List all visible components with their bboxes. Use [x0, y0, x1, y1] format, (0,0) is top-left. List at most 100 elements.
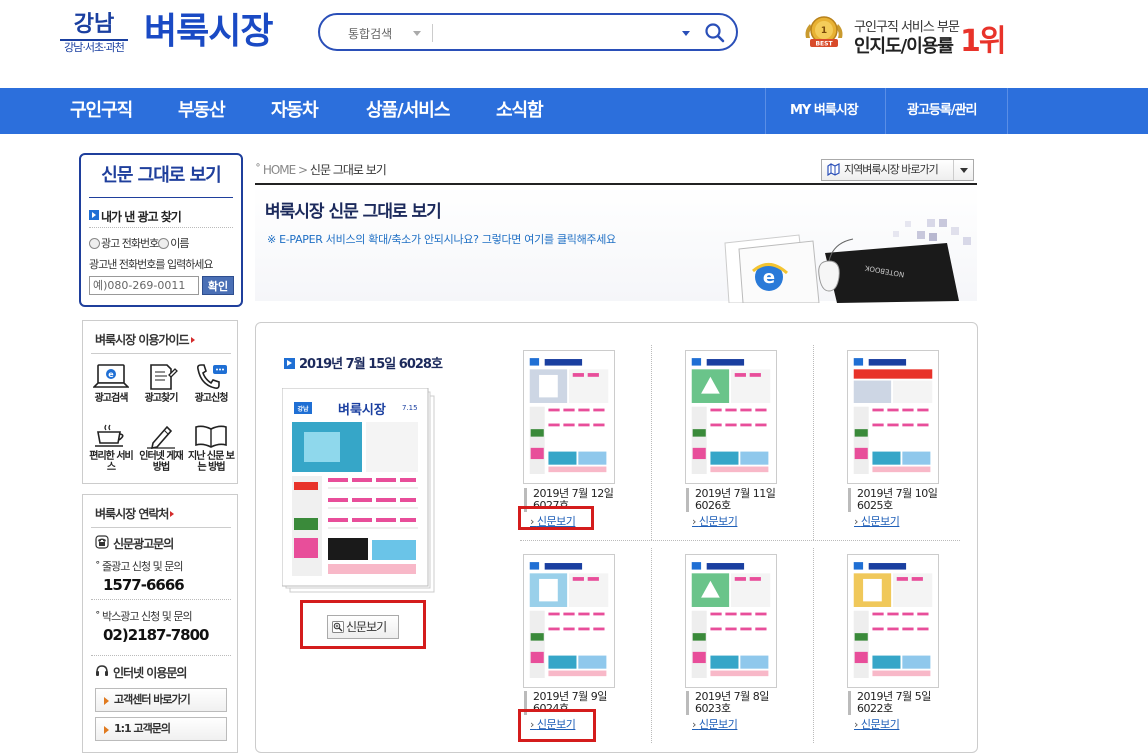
- guide-title[interactable]: 벼룩시장 이용가이드: [95, 331, 195, 348]
- region-shortcut-label: 지역벼룩시장 바로가기: [844, 163, 939, 176]
- svg-text:e: e: [108, 370, 114, 379]
- divider: [91, 655, 231, 656]
- divider: [91, 599, 231, 600]
- guide-item-label: 인터넷 게재방법: [139, 451, 183, 473]
- guide-item-internet-post[interactable]: 인터넷 게재방법: [138, 423, 184, 475]
- coffee-cup-icon: [95, 424, 124, 447]
- search-suggest-dropdown-icon[interactable]: [682, 31, 690, 36]
- divider: [89, 227, 233, 228]
- document-pen-icon: [150, 364, 178, 390]
- highlight-box: [518, 506, 594, 530]
- issue-view-link[interactable]: 신문보기: [854, 716, 900, 732]
- newspaper-thumbnail[interactable]: [523, 350, 615, 484]
- category-dropdown-icon[interactable]: [413, 31, 421, 36]
- guide-item-ad-search[interactable]: e 광고검색: [88, 363, 134, 415]
- nav-item-cars[interactable]: 자동차: [271, 88, 319, 134]
- featured-view-button[interactable]: 신문보기: [327, 615, 399, 639]
- contact-title[interactable]: 벼룩시장 연락처: [95, 505, 175, 522]
- phone-hint: 광고낸 전화번호를 입력하세요: [89, 258, 214, 271]
- radio-phone-label: 광고 전화번호: [101, 237, 159, 250]
- box-ad-label: ˚ 박스광고 신청 및 문의: [95, 610, 193, 623]
- region-logo-title: 강남: [73, 12, 115, 37]
- main-nav: 구인구직 부동산 자동차 상품/서비스 소식함 MY 벼룩시장 광고등록/관리: [0, 88, 1148, 134]
- guide-item-label: 광고신청: [194, 393, 229, 404]
- arrow-bullet-icon: [89, 210, 99, 220]
- map-icon: [827, 163, 840, 176]
- divider: [89, 197, 233, 198]
- featured-issue-title: 2019년 7월 15일 6028호: [284, 353, 443, 372]
- phone-input[interactable]: 예)080-269-0011: [89, 276, 199, 295]
- featured-newspaper-cover[interactable]: 강남 벼룩시장 7.15: [282, 388, 436, 594]
- issue-view-link[interactable]: 신문보기: [692, 513, 738, 529]
- issue-caption: 2019년 7월 10일 6025호: [848, 488, 940, 512]
- masthead-region: 강남: [297, 405, 309, 413]
- phone-icon: [197, 364, 227, 389]
- zoom-in-icon: [332, 621, 344, 633]
- region-logo[interactable]: 강남 강남·서초·과천: [60, 12, 128, 56]
- best-medal-icon: 1 BEST: [805, 16, 843, 48]
- divider: [651, 345, 652, 540]
- nav-item-ad-register[interactable]: 광고등록/관리: [907, 88, 978, 134]
- panel-title: 신문 그대로 보기: [101, 165, 221, 186]
- issue-caption: 2019년 7월 11일 6026호: [686, 488, 778, 512]
- guide-item-ad-apply[interactable]: 광고신청: [188, 363, 234, 415]
- nav-item-news[interactable]: 소식함: [496, 88, 544, 134]
- svg-text:1: 1: [821, 26, 827, 36]
- breadcrumb-home[interactable]: HOME: [263, 163, 296, 177]
- search-icon[interactable]: [704, 22, 726, 44]
- issue-view-link[interactable]: 신문보기: [854, 513, 900, 529]
- nav-item-products-services[interactable]: 상품/서비스: [366, 88, 450, 134]
- nav-item-real-estate[interactable]: 부동산: [178, 88, 226, 134]
- newspaper-thumbnail[interactable]: [847, 350, 939, 484]
- user-guide-panel: 벼룩시장 이용가이드 e 광고검색 광고찾기 광고신청 편리한 서비스 인터넷 …: [82, 320, 238, 484]
- nav-divider: [885, 88, 886, 134]
- search-input[interactable]: [438, 21, 678, 45]
- search-category-select[interactable]: 통합검색: [348, 25, 392, 42]
- highlight-box: [518, 709, 596, 742]
- newspaper-thumbnail[interactable]: [685, 350, 777, 484]
- hero-banner: 벼룩시장 신문 그대로 보기 ※ E-PAPER 서비스의 확대/축소가 안되시…: [255, 183, 977, 303]
- radio-name[interactable]: [158, 238, 170, 249]
- divider: [813, 345, 814, 540]
- newspaper-thumbnail[interactable]: [685, 554, 777, 688]
- guide-item-service[interactable]: 편리한 서비스: [88, 423, 134, 475]
- guide-item-past-papers[interactable]: 지난 신문 보는 방법: [188, 423, 235, 475]
- epaper-help-link[interactable]: ※ E-PAPER 서비스의 확대/축소가 안되시나요? 그렇다면 여기를 클릭…: [267, 231, 616, 247]
- newspaper-inquiry-title: 신문광고문의: [113, 537, 174, 551]
- medal-text: BEST: [815, 41, 833, 48]
- divider: [813, 548, 814, 743]
- issue-caption: 2019년 7월 5일 6022호: [848, 691, 940, 715]
- region-shortcut-select[interactable]: 지역벼룩시장 바로가기: [821, 159, 974, 181]
- box-ad-phone: 02)2187-7800: [103, 626, 209, 644]
- radio-name-label: 이름: [170, 237, 189, 250]
- headset-icon: [96, 665, 108, 676]
- divider: [651, 548, 652, 743]
- site-header: 강남 강남·서초·과천 벼룩시장 통합검색 1 BEST 구인구직 서비스 부문…: [0, 0, 1148, 88]
- nav-item-my-page[interactable]: MY 벼룩시장: [790, 88, 859, 134]
- guide-item-ad-find[interactable]: 광고찾기: [138, 363, 184, 415]
- arrow-right-icon: [170, 511, 175, 517]
- award-metric: 인지도/이용률: [854, 36, 954, 57]
- telephone-icon: [95, 535, 109, 549]
- radio-phone[interactable]: [89, 238, 100, 249]
- breadcrumb-current: 신문 그대로 보기: [309, 163, 387, 177]
- one-on-one-inquiry-button[interactable]: 1:1 고객문의: [95, 717, 227, 741]
- nav-item-jobs[interactable]: 구인구직: [70, 88, 133, 134]
- search-divider: [432, 24, 433, 42]
- page-title: 벼룩시장 신문 그대로 보기: [265, 202, 442, 222]
- guide-item-label: 광고검색: [94, 393, 129, 404]
- laptop-search-icon: e: [93, 364, 129, 388]
- site-logo[interactable]: 벼룩시장: [144, 10, 273, 54]
- customer-center-button[interactable]: 고객센터 바로가기: [95, 688, 227, 712]
- arrow-right-icon: [190, 337, 195, 343]
- issue-view-link[interactable]: 신문보기: [692, 716, 738, 732]
- open-book-icon: [195, 425, 227, 448]
- line-ad-phone: 1577-6666: [103, 576, 185, 594]
- newspaper-thumbnail[interactable]: [523, 554, 615, 688]
- divider: [520, 540, 960, 541]
- breadcrumb: ˚ HOME > 신문 그대로 보기: [255, 163, 387, 177]
- newspaper-thumbnail[interactable]: [847, 554, 939, 688]
- confirm-button[interactable]: 확인: [202, 276, 234, 295]
- chevron-down-icon: [953, 160, 973, 180]
- internet-inquiry-title: 인터넷 이용문의: [113, 666, 187, 680]
